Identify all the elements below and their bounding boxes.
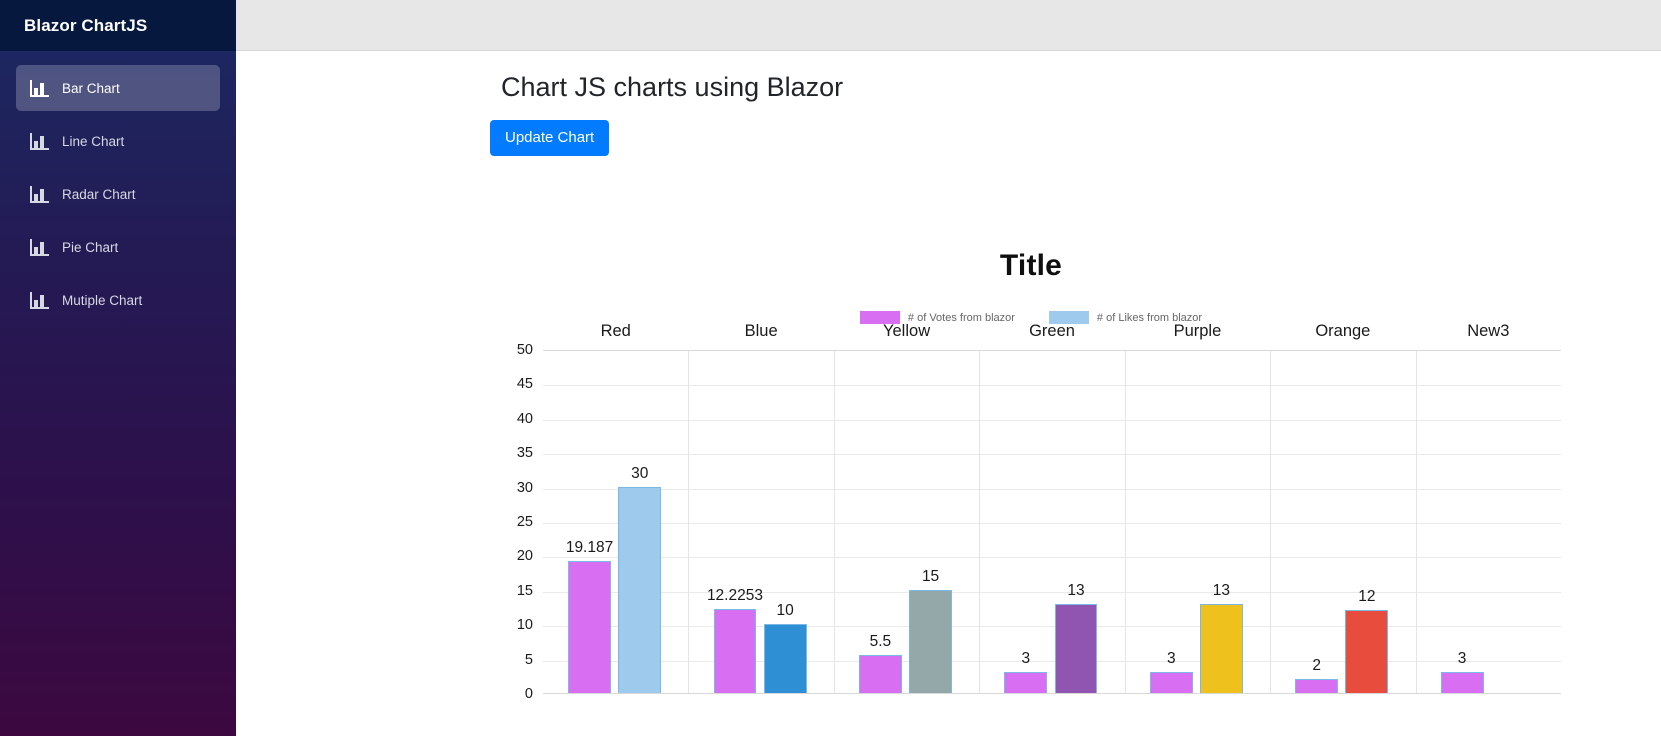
bar-chart-icon <box>30 292 49 309</box>
gridline-vertical <box>979 351 980 693</box>
top-bar <box>236 0 1661 51</box>
bar-chart-icon <box>30 239 49 256</box>
gridline-horizontal <box>543 454 1561 455</box>
chart-bar-value-label: 19.187 <box>566 539 613 557</box>
chart-bar[interactable] <box>568 561 611 693</box>
chart-bar[interactable] <box>1150 672 1193 693</box>
chart-bar-value-label: 3 <box>1458 650 1467 668</box>
x-axis-label: Blue <box>745 322 778 341</box>
chart-bar-value-label: 12.2253 <box>707 587 763 605</box>
bar-chart-icon <box>30 133 49 150</box>
gridline-vertical <box>688 351 689 693</box>
x-axis-label: Yellow <box>883 322 930 341</box>
gridline-horizontal <box>543 523 1561 524</box>
app-root: Blazor ChartJS Bar Chart Line Chart Rada… <box>0 0 1661 736</box>
chart-bar-value-label: 3 <box>1167 650 1176 668</box>
chart-bar[interactable] <box>714 609 757 693</box>
gridline-horizontal <box>543 489 1561 490</box>
bar-chart-icon <box>30 186 49 203</box>
sidebar-item-mutiple-chart[interactable]: Mutiple Chart <box>16 277 220 323</box>
brand-title: Blazor ChartJS <box>24 16 147 36</box>
main-region: Chart JS charts using Blazor Update Char… <box>236 0 1661 736</box>
y-axis-tick: 40 <box>501 412 533 427</box>
gridline-horizontal <box>543 385 1561 386</box>
gridline-horizontal <box>543 420 1561 421</box>
y-axis-tick: 35 <box>501 446 533 461</box>
y-axis: 50454035302520151050 <box>501 350 533 694</box>
sidebar-item-bar-chart[interactable]: Bar Chart <box>16 65 220 111</box>
x-axis-labels: Red Blue Yellow Green Purple Orange New3 <box>543 322 1561 346</box>
x-axis-label: New3 <box>1467 322 1509 341</box>
chart-bar[interactable] <box>1055 604 1098 693</box>
gridline-vertical <box>834 351 835 693</box>
sidebar-item-label: Line Chart <box>62 134 124 149</box>
y-axis-tick: 25 <box>501 515 533 530</box>
sidebar-item-label: Pie Chart <box>62 240 118 255</box>
sidebar-item-label: Mutiple Chart <box>62 293 142 308</box>
bar-chart-container: Title # of Votes from blazor # of Likes … <box>501 211 1561 736</box>
chart-bar-value-label: 30 <box>631 465 648 483</box>
chart-bar[interactable] <box>764 624 807 693</box>
sidebar-item-label: Radar Chart <box>62 187 136 202</box>
gridline-horizontal <box>543 661 1561 662</box>
plot-area: 19.187 30 12.2253 10 5.5 15 3 13 3 13 2 12 3 <box>543 350 1561 694</box>
x-axis-label: Red <box>601 322 631 341</box>
bar-chart-icon <box>30 80 49 97</box>
chart-bar[interactable] <box>1004 672 1047 693</box>
chart-title: Title <box>501 249 1561 283</box>
chart-bar[interactable] <box>1295 679 1338 693</box>
chart-bar-value-label: 10 <box>777 602 794 620</box>
y-axis-tick: 30 <box>501 480 533 495</box>
chart-bar[interactable] <box>859 655 902 693</box>
y-axis-tick: 20 <box>501 549 533 564</box>
y-axis-tick: 45 <box>501 377 533 392</box>
chart-bar-value-label: 3 <box>1022 650 1031 668</box>
content-area: Chart JS charts using Blazor Update Char… <box>236 51 1661 736</box>
chart-bar-value-label: 13 <box>1213 582 1230 600</box>
x-axis-label: Orange <box>1315 322 1370 341</box>
gridline-vertical <box>1416 351 1417 693</box>
chart-bar-value-label: 15 <box>922 568 939 586</box>
x-axis-label: Green <box>1029 322 1075 341</box>
y-axis-tick: 50 <box>501 343 533 358</box>
gridline-vertical <box>1270 351 1271 693</box>
sidebar-item-radar-chart[interactable]: Radar Chart <box>16 171 220 217</box>
chart-plot: 50454035302520151050 RedBlueYellowGreenP… <box>501 336 1561 728</box>
sidebar: Blazor ChartJS Bar Chart Line Chart Rada… <box>0 0 236 736</box>
chart-bar[interactable] <box>1345 610 1388 693</box>
y-axis-tick: 5 <box>501 652 533 667</box>
chart-bar-value-label: 2 <box>1312 657 1321 675</box>
chart-bar[interactable] <box>909 590 952 693</box>
gridline-horizontal <box>543 592 1561 593</box>
sidebar-nav: Bar Chart Line Chart Radar Chart Pie Cha… <box>0 51 236 330</box>
y-axis-tick: 0 <box>501 687 533 702</box>
sidebar-brand[interactable]: Blazor ChartJS <box>0 0 236 51</box>
gridline-vertical <box>1125 351 1126 693</box>
sidebar-item-pie-chart[interactable]: Pie Chart <box>16 224 220 270</box>
chart-bar[interactable] <box>618 487 661 693</box>
page-title: Chart JS charts using Blazor <box>501 71 1661 105</box>
chart-bar-value-label: 13 <box>1067 582 1084 600</box>
y-axis-tick: 15 <box>501 584 533 599</box>
chart-bar-value-label: 12 <box>1358 588 1375 606</box>
y-axis-tick: 10 <box>501 618 533 633</box>
gridline-horizontal <box>543 626 1561 627</box>
chart-bar[interactable] <box>1200 604 1243 693</box>
sidebar-item-label: Bar Chart <box>62 81 120 96</box>
chart-bar-value-label: 5.5 <box>870 633 892 651</box>
x-axis-label: Purple <box>1174 322 1222 341</box>
sidebar-item-line-chart[interactable]: Line Chart <box>16 118 220 164</box>
gridline-horizontal <box>543 557 1561 558</box>
chart-bar[interactable] <box>1441 672 1484 693</box>
update-chart-button[interactable]: Update Chart <box>490 120 609 156</box>
